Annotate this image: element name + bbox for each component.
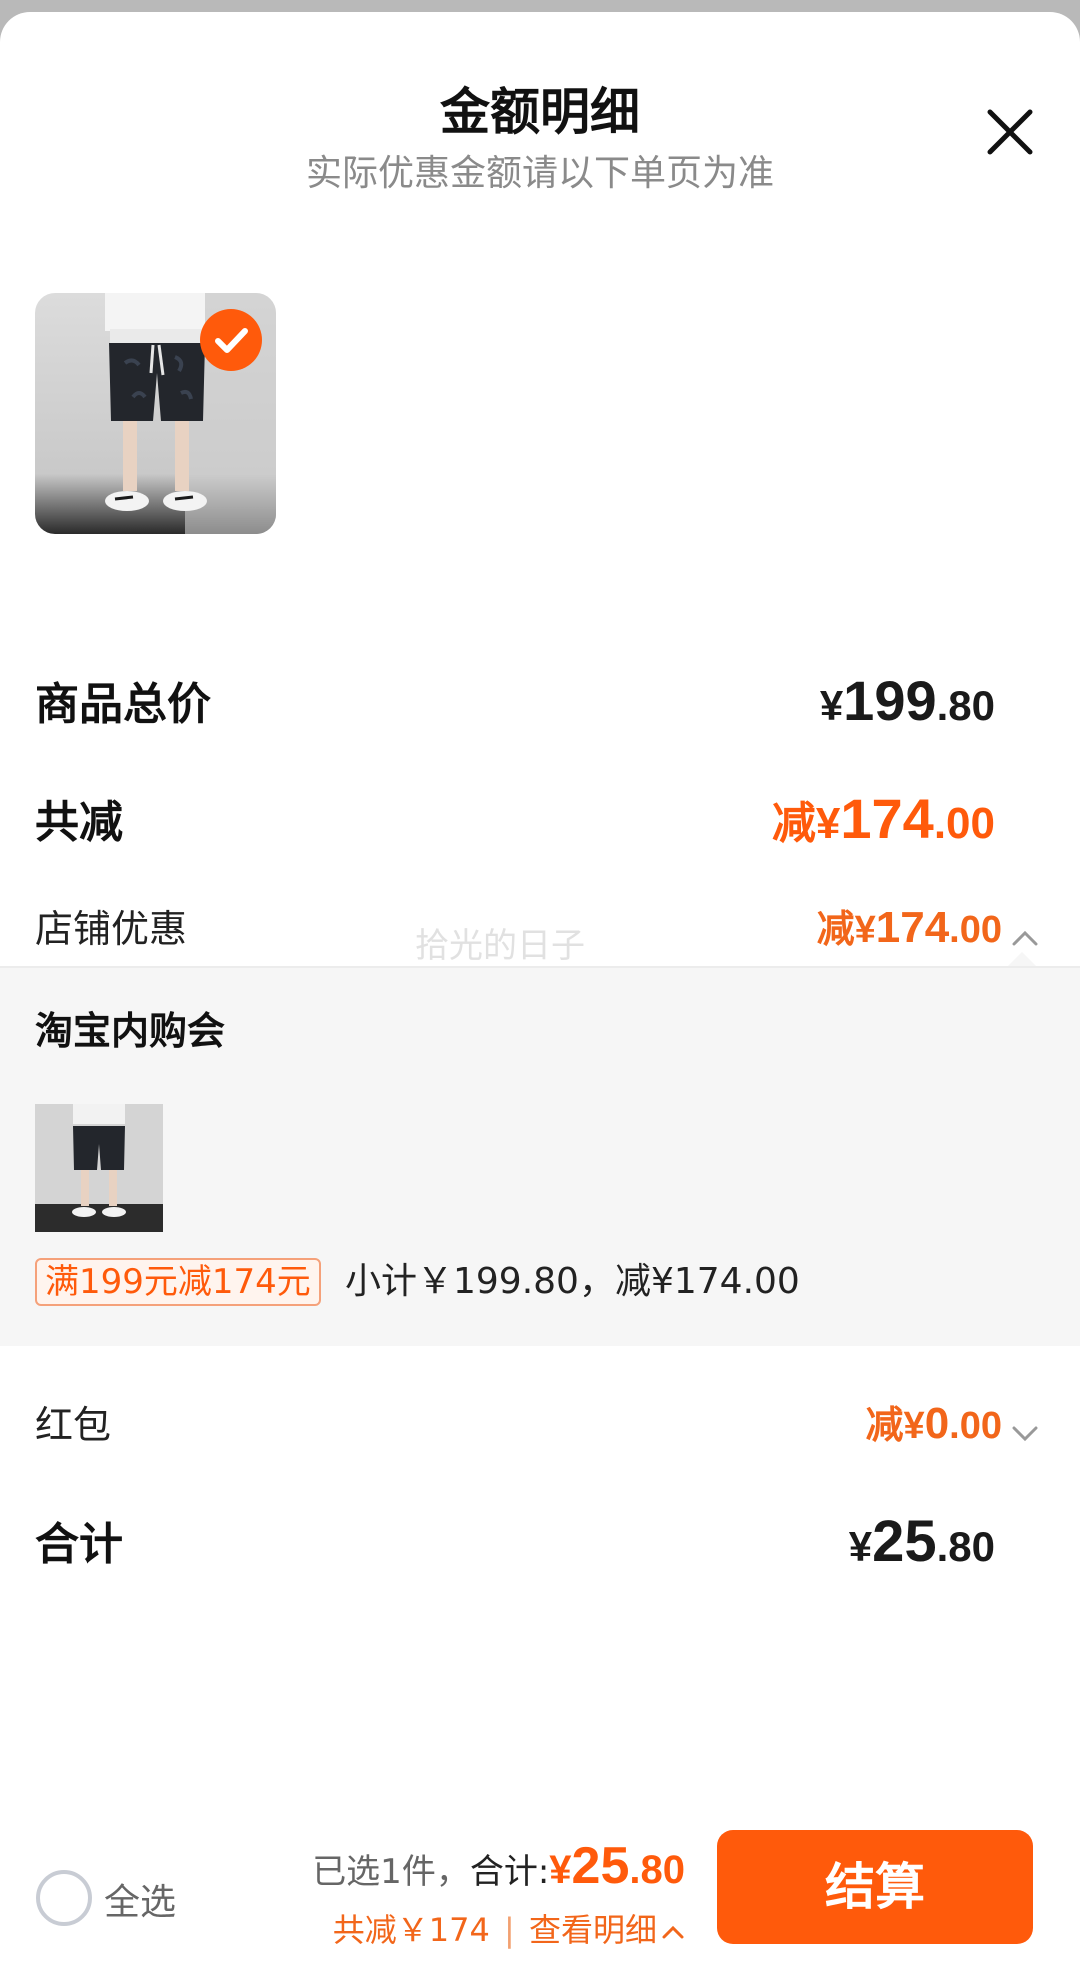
product-selected-badge[interactable] bbox=[200, 309, 262, 371]
bottom-separator: | bbox=[504, 1911, 515, 1949]
promo-product-image bbox=[35, 1104, 163, 1232]
goods-total-value: ¥199.80 bbox=[819, 669, 995, 732]
bottom-total-integer: 25 bbox=[571, 1837, 630, 1895]
grand-total-label: 合计 bbox=[35, 1519, 123, 1570]
total-discount-label: 共减 bbox=[35, 797, 123, 848]
grand-total-value: ¥25.80 bbox=[848, 1509, 995, 1574]
select-all-radio[interactable] bbox=[36, 1870, 92, 1926]
chevron-down-icon bbox=[1012, 1426, 1038, 1441]
goods-total-row: 商品总价 ¥199.80 bbox=[35, 668, 995, 732]
store-discount-panel: 淘宝内购会 满199元减174元 小计￥199.80，减¥174.00 bbox=[0, 966, 1080, 1346]
select-all-label[interactable]: 全选 bbox=[104, 1873, 176, 1925]
bottom-total-label: 合计: bbox=[469, 1852, 550, 1892]
red-packet-row[interactable]: 红包 减¥0.00 bbox=[35, 1394, 1040, 1448]
promo-tag: 满199元减174元 bbox=[35, 1258, 321, 1306]
watermark-text: 拾光的日子 bbox=[415, 926, 585, 966]
close-button[interactable] bbox=[980, 102, 1040, 162]
promo-subtotal: 小计￥199.80，减¥174.00 bbox=[345, 1261, 800, 1302]
chevron-up-icon bbox=[1012, 930, 1038, 946]
bottom-discount-line[interactable]: 共减￥174 | 查看明细 bbox=[333, 1905, 685, 1951]
view-detail-link[interactable]: 查看明细 bbox=[529, 1911, 657, 1949]
red-packet-label: 红包 bbox=[35, 1403, 112, 1447]
bottom-discount-text: 共减￥174 bbox=[332, 1911, 490, 1949]
promo-product-thumbnail bbox=[35, 1104, 163, 1232]
check-icon bbox=[215, 328, 248, 353]
goods-total-label: 商品总价 bbox=[35, 679, 211, 730]
close-icon bbox=[987, 109, 1033, 155]
checkout-button[interactable]: 结算 bbox=[717, 1830, 1033, 1944]
red-packet-value[interactable]: 减¥0.00 bbox=[866, 1394, 1040, 1449]
selected-count: 已选1件， bbox=[312, 1852, 470, 1892]
bottom-total-currency: ¥ bbox=[549, 1848, 572, 1892]
sheet-subtitle: 实际优惠金额请以下单页为准 bbox=[305, 153, 774, 194]
total-discount-row: 共减 减¥174.00 bbox=[35, 786, 995, 850]
promo-title: 淘宝内购会 bbox=[35, 1009, 226, 1053]
total-discount-value: 减¥174.00 bbox=[771, 787, 995, 850]
sheet-title: 金额明细 bbox=[440, 83, 640, 141]
bottom-summary: 已选1件，合计:¥25.80 bbox=[312, 1836, 685, 1896]
grand-total-row: 合计 ¥25.80 bbox=[35, 1508, 995, 1574]
bottom-total-decimal: .80 bbox=[629, 1848, 685, 1892]
chevron-up-icon bbox=[662, 1925, 684, 1939]
